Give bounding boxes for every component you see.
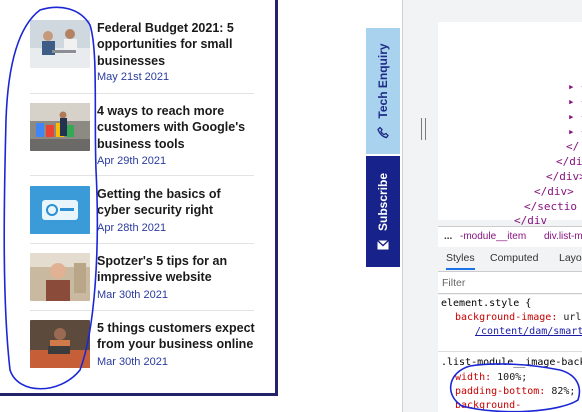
styles-filter-input[interactable]: Filter (438, 272, 582, 294)
phone-icon (377, 126, 389, 139)
article-title[interactable]: 4 ways to reach more customers with Goog… (97, 103, 257, 152)
elements-tree[interactable]: ▸ </ ▸ </ ▸ </ ▸ </ </ </di </div> </div… (438, 22, 582, 227)
article-date: Mar 30th 2021 (97, 356, 168, 368)
tree-node[interactable]: ▸ </ (568, 110, 582, 123)
article-title[interactable]: Spotzer's 5 tips for an impressive websi… (97, 253, 257, 286)
rule-selector[interactable]: element.style { (441, 298, 531, 309)
devtools-subtabs: Styles Computed Layo (438, 247, 582, 272)
tree-node[interactable]: </di (556, 155, 582, 168)
article-title[interactable]: Getting the basics of cyber security rig… (97, 186, 257, 219)
css-property[interactable]: background- (455, 400, 521, 411)
breadcrumb-item[interactable]: div.list-m (544, 227, 582, 247)
list-item[interactable]: Spotzer's 5 tips for an impressive websi… (30, 253, 254, 311)
breadcrumb-ellipsis[interactable]: ... (444, 227, 452, 247)
article-date: Mar 30th 2021 (97, 289, 168, 301)
article-list-panel: Federal Budget 2021: 5 opportunities for… (0, 0, 278, 396)
article-date: May 21st 2021 (97, 71, 170, 83)
css-value[interactable]: 82%; (551, 386, 575, 397)
rule-selector[interactable]: .list-module__image-back (441, 357, 582, 368)
subscribe-tab[interactable]: Subscribe (366, 156, 400, 267)
tree-node[interactable]: </div> (534, 185, 574, 198)
article-thumbnail[interactable] (30, 253, 90, 301)
breadcrumb: ... -module__item div.list-m (438, 226, 582, 248)
list-item[interactable]: 4 ways to reach more customers with Goog… (30, 103, 254, 176)
css-property[interactable]: padding-bottom: (455, 386, 545, 397)
tree-node[interactable]: ▸ </ (568, 125, 582, 138)
article-date: Apr 28th 2021 (97, 222, 167, 234)
article-date: Apr 29th 2021 (97, 155, 167, 167)
list-item[interactable]: 5 things customers expect from your busi… (30, 320, 257, 375)
tree-node[interactable]: </ (566, 140, 579, 153)
css-property[interactable]: width: (455, 372, 491, 383)
panel-resize-handle[interactable] (420, 118, 428, 140)
article-thumbnail[interactable] (30, 20, 90, 68)
tab-computed[interactable]: Computed (490, 252, 538, 264)
tree-node[interactable]: ▸ </ (568, 95, 582, 108)
article-thumbnail[interactable] (30, 186, 90, 234)
css-url-link[interactable]: /content/dam/smart (475, 326, 582, 337)
breadcrumb-item[interactable]: -module__item (460, 227, 526, 247)
envelope-icon (377, 239, 389, 250)
list-item[interactable]: Getting the basics of cyber security rig… (30, 186, 254, 244)
tech-enquiry-label: Tech Enquiry (376, 43, 390, 119)
styles-pane: element.style { background-image: url /c… (438, 295, 582, 412)
tech-enquiry-tab[interactable]: Tech Enquiry (366, 28, 400, 154)
tab-layout[interactable]: Layo (559, 252, 582, 264)
css-value[interactable]: url (563, 312, 581, 323)
article-thumbnail[interactable] (30, 103, 90, 151)
article-title[interactable]: Federal Budget 2021: 5 opportunities for… (97, 20, 257, 69)
tree-node[interactable]: </sectio (524, 200, 577, 213)
css-property[interactable]: background-image: (455, 312, 557, 323)
subscribe-label: Subscribe (376, 172, 390, 231)
tree-node[interactable]: ▸ </ (568, 80, 582, 93)
article-thumbnail[interactable] (30, 320, 90, 368)
article-title[interactable]: 5 things customers expect from your busi… (97, 320, 257, 353)
list-item[interactable]: Federal Budget 2021: 5 opportunities for… (30, 20, 254, 94)
tab-styles[interactable]: Styles (446, 252, 475, 270)
css-value[interactable]: 100%; (497, 372, 527, 383)
tree-node[interactable]: </div> (546, 170, 582, 183)
